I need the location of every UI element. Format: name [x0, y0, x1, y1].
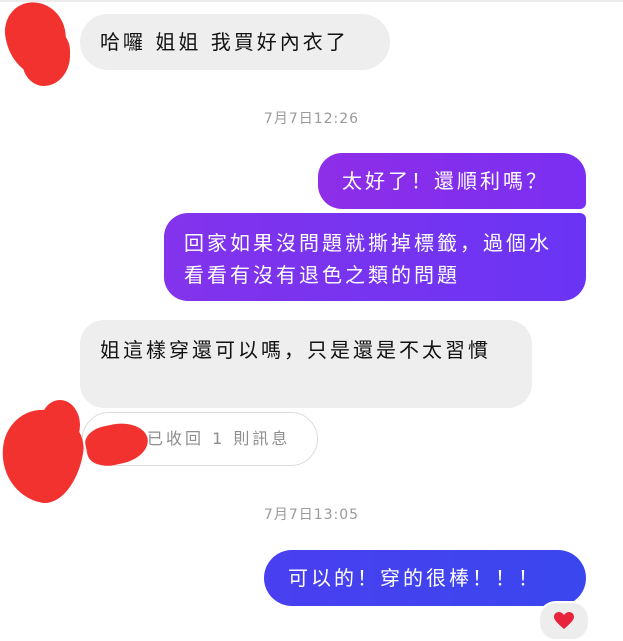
message-text: 哈囉 姐姐 我買好內衣了 [100, 30, 349, 54]
top-divider [0, 0, 623, 2]
incoming-message[interactable]: 哈囉 姐姐 我買好內衣了 [80, 14, 390, 70]
outgoing-message[interactable]: 可以的！穿的很棒！！！ [264, 550, 586, 606]
outgoing-message[interactable]: 太好了！還順利嗎？ [318, 153, 586, 209]
incoming-message[interactable]: 姐這樣穿還可以嗎，只是還是不太習慣 [80, 320, 532, 408]
outgoing-message[interactable]: 回家如果沒問題就撕掉標籤，過個水看看有沒有退色之類的問題 [164, 213, 586, 301]
message-text: 回家如果沒問題就撕掉標籤，過個水看看有沒有退色之類的問題 [184, 231, 552, 287]
recalled-text: 已收回 1 則訊息 [147, 429, 291, 448]
timestamp: 7月7日12:26 [263, 111, 360, 127]
message-text: 太好了！還順利嗎？ [342, 169, 549, 193]
reaction-badge[interactable] [538, 601, 590, 641]
timestamp: 7月7日13:05 [263, 507, 360, 523]
heart-icon [554, 612, 574, 629]
message-text: 姐這樣穿還可以嗎，只是還是不太習慣 [100, 338, 491, 362]
message-text: 可以的！穿的很棒！！！ [288, 566, 541, 590]
